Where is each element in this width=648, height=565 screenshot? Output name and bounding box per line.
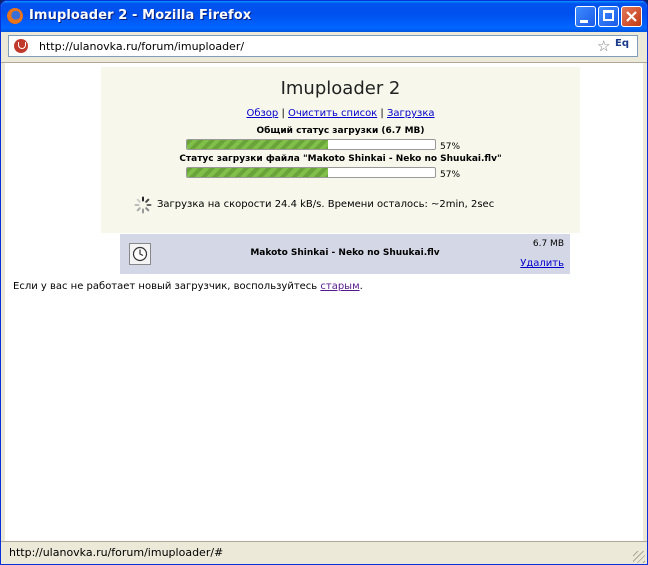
browser-window: Imuploader 2 - Mozilla Firefox http://ul… <box>0 0 648 565</box>
old-uploader-link[interactable]: старым <box>320 281 359 292</box>
close-icon <box>626 11 637 22</box>
navigation-bar: http://ulanovka.ru/forum/imuploader/ ☆ E… <box>1 32 647 63</box>
clear-list-link[interactable]: Очистить список <box>288 108 377 119</box>
resize-grip-icon[interactable] <box>633 551 645 563</box>
upload-link[interactable]: Загрузка <box>387 108 435 119</box>
file-progress-fill <box>187 168 329 177</box>
firefox-icon <box>7 8 23 24</box>
uploader-panel: Imuploader 2 Обзор | Очистить список | З… <box>101 67 580 233</box>
overall-progress-fill <box>187 140 329 149</box>
site-favicon-icon <box>14 39 28 53</box>
fallback-note: Если у вас не работает новый загрузчик, … <box>13 281 363 292</box>
action-links: Обзор | Очистить список | Загрузка <box>101 108 580 119</box>
address-bar[interactable]: http://ulanovka.ru/forum/imuploader/ ☆ E… <box>8 35 638 57</box>
link-separator: | <box>281 108 285 119</box>
file-name: Makoto Shinkai - Neko no Shuukai.flv <box>250 248 440 258</box>
overall-progress-bar <box>186 139 436 150</box>
minimize-button[interactable] <box>575 6 596 27</box>
file-status-label: Статус загрузки файла "Makoto Shinkai - … <box>179 154 502 164</box>
overall-progress-percent: 57% <box>440 142 461 152</box>
minimize-icon <box>580 20 588 23</box>
fallback-note-suffix: . <box>359 281 363 292</box>
status-text: http://ulanovka.ru/forum/imuploader/# <box>9 546 224 559</box>
page-title: Imuploader 2 <box>280 78 401 99</box>
browse-link[interactable]: Обзор <box>246 108 278 119</box>
delete-file-link[interactable]: Удалить <box>520 258 564 269</box>
bookmark-star-icon[interactable]: ☆ <box>597 37 610 55</box>
title-bar[interactable]: Imuploader 2 - Mozilla Firefox <box>1 1 647 32</box>
maximize-button[interactable] <box>598 6 619 27</box>
fallback-note-text: Если у вас не работает новый загрузчик, … <box>13 281 321 292</box>
link-separator: | <box>380 108 384 119</box>
overall-status-label: Общий статус загрузки (6.7 MB) <box>256 126 425 136</box>
file-row: Makoto Shinkai - Neko no Shuukai.flv 6.7… <box>120 234 570 274</box>
file-size: 6.7 MB <box>532 239 564 249</box>
page-content: Imuploader 2 Обзор | Очистить список | З… <box>5 63 643 541</box>
upload-speed-text: Загрузка на скорости 24.4 kB/s. Времени … <box>157 199 495 210</box>
maximize-icon <box>603 10 614 21</box>
window-title: Imuploader 2 - Mozilla Firefox <box>29 8 252 23</box>
loading-spinner-icon <box>134 196 152 214</box>
status-bar: http://ulanovka.ru/forum/imuploader/# <box>1 541 647 564</box>
language-indicator[interactable]: Eq <box>615 38 629 49</box>
file-progress-bar <box>186 167 436 178</box>
address-url[interactable]: http://ulanovka.ru/forum/imuploader/ <box>39 40 244 53</box>
file-progress-percent: 57% <box>440 170 461 180</box>
close-button[interactable] <box>621 6 642 27</box>
